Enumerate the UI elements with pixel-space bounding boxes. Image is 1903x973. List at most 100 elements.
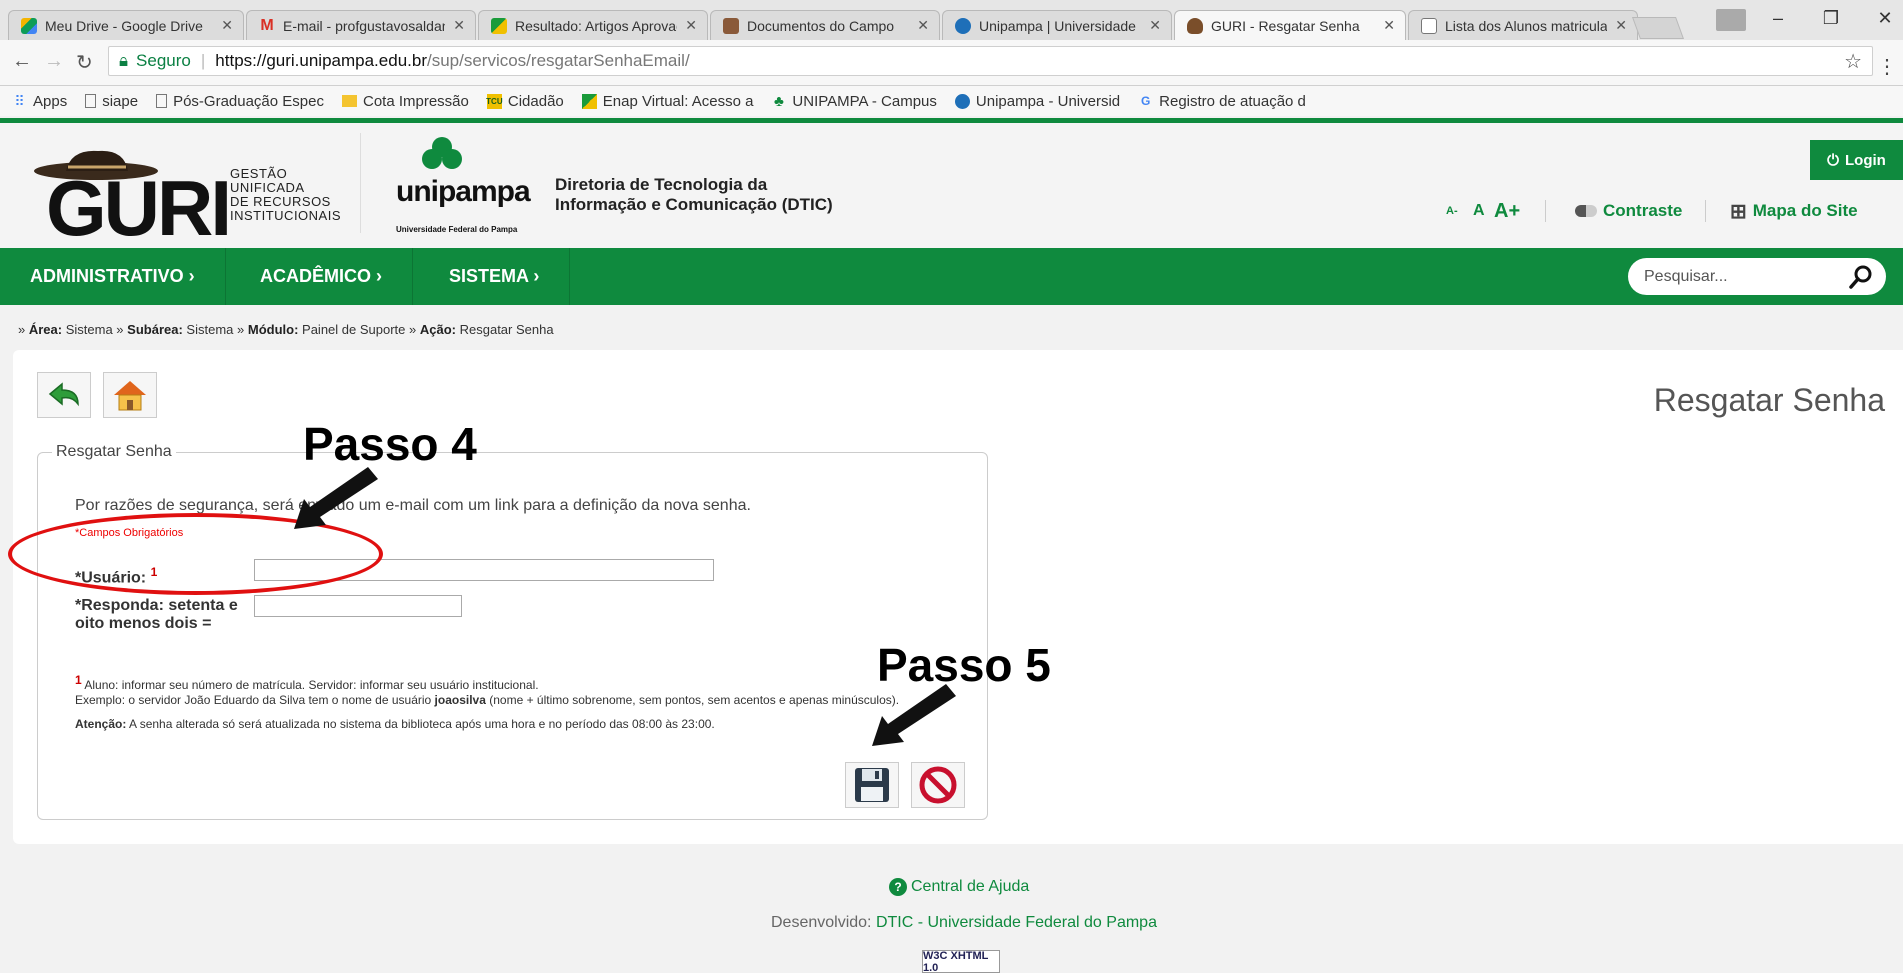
unipampa-icon bbox=[955, 17, 971, 34]
captcha-input[interactable] bbox=[254, 595, 462, 617]
tab-gmail[interactable]: M E-mail - profgustavosaldanha ✕ bbox=[246, 10, 476, 40]
bookmark-unipampa-campus[interactable]: ♣ UNIPAMPA - Campus bbox=[771, 92, 937, 110]
bookmark-siape[interactable]: siape bbox=[85, 93, 138, 110]
tab-lista-alunos[interactable]: Lista dos Alunos matriculados ✕ bbox=[1408, 10, 1638, 40]
undo-arrow-icon bbox=[48, 382, 79, 407]
profile-icon[interactable] bbox=[1716, 9, 1746, 31]
site-header: GURI GESTÃO UNIFICADA DE RECURSOS INSTIT… bbox=[0, 123, 1903, 252]
close-icon[interactable]: ✕ bbox=[1149, 17, 1161, 34]
google-drive-icon bbox=[21, 17, 37, 34]
main-nav: ADMINISTRATIVO › ACADÊMICO › SISTEMA › P… bbox=[0, 248, 1903, 305]
w3c-xhtml-badge[interactable]: W3C XHTML 1.0 bbox=[922, 950, 1000, 973]
restore-icon[interactable]: ❐ bbox=[1816, 8, 1846, 29]
login-button[interactable]: ⏻ Login bbox=[1810, 140, 1903, 180]
document-icon bbox=[723, 17, 739, 34]
browser-menu-icon[interactable]: ⋮ bbox=[1877, 54, 1897, 79]
usuario-footnote: 1 Aluno: informar seu número de matrícul… bbox=[75, 673, 900, 707]
contrast-toggle-icon bbox=[1575, 205, 1597, 217]
contrast-button[interactable]: Contraste bbox=[1575, 198, 1682, 224]
forward-arrow-icon[interactable]: → bbox=[44, 50, 64, 73]
minimize-icon[interactable]: – bbox=[1763, 8, 1793, 29]
save-button[interactable] bbox=[845, 762, 899, 808]
lock-icon: 🔒︎ bbox=[119, 51, 129, 70]
folder-icon bbox=[341, 95, 357, 107]
floppy-disk-icon bbox=[855, 768, 889, 802]
font-normal-button[interactable]: A bbox=[1473, 198, 1485, 224]
bookmark-cidadao[interactable]: TCU Cidadão bbox=[486, 93, 564, 110]
nav-sistema[interactable]: SISTEMA › bbox=[419, 248, 571, 305]
enap-icon bbox=[581, 93, 597, 109]
font-increase-button[interactable]: A+ bbox=[1494, 198, 1520, 224]
guri-wordmark: GURI bbox=[46, 164, 232, 252]
dtic-link[interactable]: DTIC - Universidade Federal do Pampa bbox=[876, 914, 1157, 931]
bookmark-registro[interactable]: G Registro de atuação d bbox=[1138, 93, 1306, 110]
gmail-icon: M bbox=[260, 16, 274, 34]
unipampa-tree-icon: ♣ bbox=[774, 92, 784, 110]
font-decrease-button[interactable]: A- bbox=[1446, 198, 1458, 224]
header-divider bbox=[360, 133, 361, 233]
guri-subtitle: GESTÃO UNIFICADA DE RECURSOS INSTITUCION… bbox=[230, 166, 342, 223]
tab-unipampa[interactable]: Unipampa | Universidade ✕ bbox=[942, 10, 1172, 40]
tab-guri-active[interactable]: GURI - Resgatar Senha ✕ bbox=[1174, 10, 1406, 40]
page-icon bbox=[85, 94, 97, 108]
unipampa-subtitle: Universidade Federal do Pampa bbox=[396, 225, 518, 234]
unipampa-logo[interactable]: unipampa Universidade Federal do Pampa bbox=[396, 135, 546, 245]
enap-icon bbox=[491, 17, 507, 34]
close-icon[interactable]: ✕ bbox=[453, 17, 465, 34]
bookmarks-bar: ⠿ Apps siape Pós-Graduação Espec Cota Imp… bbox=[0, 86, 1903, 116]
close-icon[interactable]: ✕ bbox=[1383, 17, 1395, 34]
tab-resultado[interactable]: Resultado: Artigos Aprovados ✕ bbox=[478, 10, 708, 40]
close-icon[interactable]: ✕ bbox=[685, 17, 697, 34]
tab-google-drive[interactable]: Meu Drive - Google Drive ✕ bbox=[8, 10, 244, 40]
close-icon[interactable]: ✕ bbox=[1615, 17, 1627, 34]
back-button[interactable] bbox=[37, 372, 91, 418]
bookmark-pos-graduacao[interactable]: Pós-Graduação Espec bbox=[156, 93, 324, 110]
close-window-icon[interactable]: ✕ bbox=[1870, 8, 1900, 29]
page-icon bbox=[156, 94, 168, 108]
url-bar[interactable]: 🔒︎ Seguro | https://guri.unipampa.edu.br… bbox=[108, 46, 1873, 76]
bookmark-apps[interactable]: ⠿ Apps bbox=[12, 93, 67, 110]
power-icon: ⏻ bbox=[1827, 151, 1840, 169]
close-icon[interactable]: ✕ bbox=[917, 17, 929, 34]
help-icon: ? bbox=[889, 878, 907, 896]
search-input[interactable]: Pesquisar... bbox=[1628, 258, 1886, 295]
guri-hat-icon bbox=[1187, 17, 1203, 34]
bookmark-cota-impressao[interactable]: Cota Impressão bbox=[341, 93, 469, 110]
bookmark-enap[interactable]: Enap Virtual: Acesso a bbox=[581, 93, 753, 110]
close-icon[interactable]: ✕ bbox=[221, 17, 233, 34]
library-attention-note: Atenção: A senha alterada só será atuali… bbox=[75, 717, 715, 731]
reload-icon[interactable]: ↻ bbox=[76, 50, 93, 75]
new-tab-button[interactable] bbox=[1631, 17, 1685, 39]
page-title: Resgatar Senha bbox=[1653, 382, 1885, 418]
home-button[interactable] bbox=[103, 372, 157, 418]
unipampa-tree-icon bbox=[422, 137, 462, 169]
address-toolbar: ← → ↻ 🔒︎ Seguro | https://guri.unipampa.… bbox=[0, 40, 1903, 86]
guri-logo[interactable]: GURI GESTÃO UNIFICADA DE RECURSOS INSTIT… bbox=[26, 133, 356, 252]
sitemap-button[interactable]: ⊞ Mapa do Site bbox=[1730, 198, 1858, 224]
google-icon: G bbox=[1140, 94, 1151, 108]
home-icon bbox=[114, 381, 146, 411]
captcha-label: *Responda: setenta e oito menos dois = bbox=[75, 597, 238, 632]
secure-label: Seguro bbox=[136, 51, 191, 70]
unipampa-wordmark: unipampa bbox=[396, 175, 531, 208]
apps-grid-icon: ⠿ bbox=[14, 92, 25, 109]
back-arrow-icon[interactable]: ← bbox=[12, 50, 32, 73]
breadcrumb: » Área: Sistema » Subárea: Sistema » Mód… bbox=[18, 322, 554, 337]
tcu-icon: TCU bbox=[486, 93, 503, 109]
bookmark-unipampa-universidade[interactable]: Unipampa - Universid bbox=[954, 93, 1120, 110]
cancel-button[interactable] bbox=[911, 762, 965, 808]
unipampa-icon bbox=[954, 93, 970, 109]
bookmark-star-icon[interactable]: ☆ bbox=[1844, 49, 1862, 74]
search-placeholder: Pesquisar... bbox=[1644, 267, 1728, 285]
dtic-title: Diretoria de Tecnologia da Informação e … bbox=[555, 175, 833, 214]
annotation-arrow-icon bbox=[872, 684, 956, 746]
annotation-arrow-icon bbox=[294, 467, 378, 529]
nav-administrativo[interactable]: ADMINISTRATIVO › bbox=[0, 248, 226, 305]
help-center-link[interactable]: ? Central de Ajuda bbox=[889, 878, 1029, 896]
cancel-prohibited-icon bbox=[919, 766, 957, 804]
sitemap-icon: ⊞ bbox=[1730, 200, 1747, 223]
nav-academico[interactable]: ACADÊMICO › bbox=[230, 248, 413, 305]
tab-documentos[interactable]: Documentos do Campo ✕ bbox=[710, 10, 940, 40]
search-icon[interactable] bbox=[1848, 264, 1874, 290]
developer-credit: Desenvolvido: DTIC - Universidade Federa… bbox=[771, 914, 1157, 931]
